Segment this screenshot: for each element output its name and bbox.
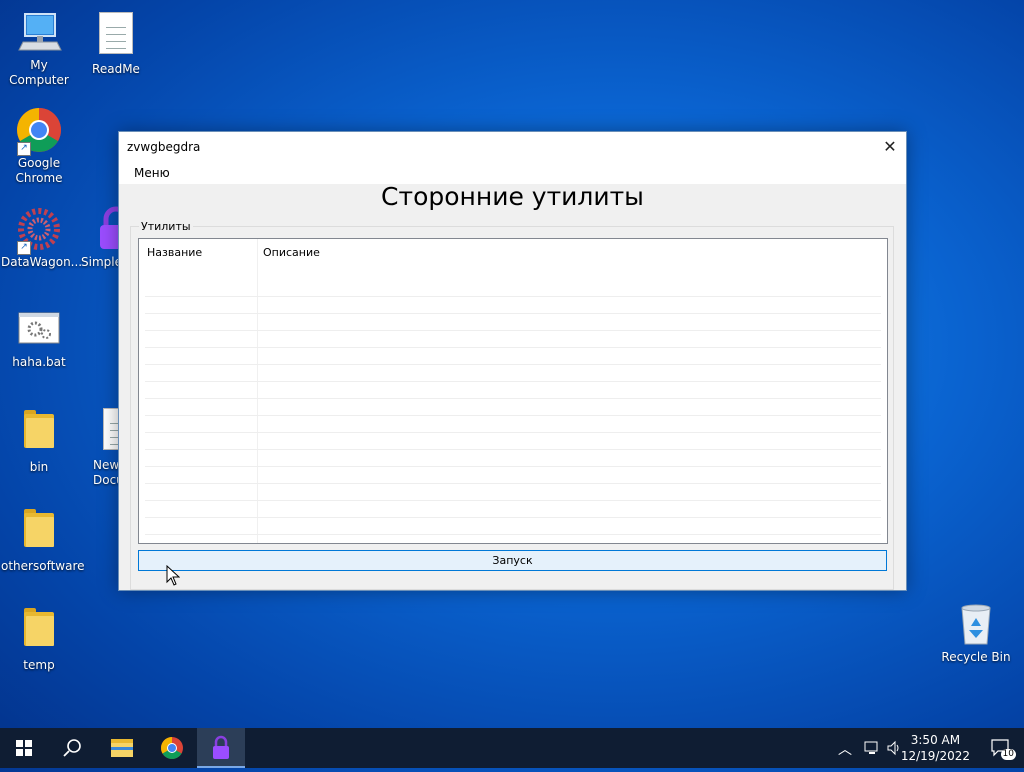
desktop-icon-simple[interactable]: Simple — [78, 205, 118, 270]
desktop-icon-label: Recycle Bin — [941, 650, 1011, 664]
window-title: zvwgbegdra — [127, 140, 201, 154]
computer-icon — [15, 8, 63, 56]
empty-rows-grid — [145, 280, 881, 542]
lock-icon — [94, 205, 118, 253]
utilities-list[interactable]: Название Описание — [138, 238, 888, 544]
desktop-icon-haha-bat[interactable]: haha.bat — [1, 305, 77, 370]
folder-icon — [24, 608, 54, 646]
desktop-icon-google-chrome[interactable]: ↗ Google Chrome — [1, 106, 77, 186]
desktop-icon-label: othersoftware — [1, 559, 85, 573]
start-icon[interactable] — [0, 728, 48, 768]
list-header: Название Описание — [139, 239, 887, 265]
recycle-bin-icon — [952, 600, 1000, 648]
desktop-icon-othersoftware[interactable]: othersoftware — [1, 503, 85, 574]
lock-app-icon[interactable] — [197, 728, 245, 768]
document-icon — [103, 408, 118, 450]
groupbox-label: Утилиты — [139, 220, 193, 233]
desktop-icon-label: haha.bat — [12, 355, 66, 369]
window-titlebar[interactable]: zvwgbegdra ✕ — [119, 132, 906, 161]
chrome-icon[interactable] — [148, 728, 196, 768]
app-window: zvwgbegdra ✕ Меню Сторонние утилиты Утил… — [118, 131, 907, 591]
desktop-icon-new-document[interactable]: New Docu — [78, 404, 118, 488]
desktop-icon-readme[interactable]: ReadMe — [78, 8, 154, 77]
document-icon — [99, 12, 133, 54]
search-icon[interactable] — [48, 728, 96, 768]
page-title: Сторонние утилиты — [381, 182, 644, 211]
desktop-icon-recycle-bin[interactable]: Recycle Bin — [940, 600, 1012, 664]
desktop-icon-label: My Computer — [9, 58, 69, 87]
notification-count-badge: 10 — [1000, 749, 1016, 760]
desktop-icon-my-computer[interactable]: My Computer — [1, 8, 77, 88]
notification-icon[interactable]: 10 — [990, 738, 1016, 760]
shortcut-arrow-icon: ↗ — [17, 142, 31, 156]
file-explorer-icon[interactable] — [98, 728, 146, 768]
network-icon[interactable] — [864, 740, 880, 759]
run-button[interactable]: Запуск — [138, 550, 887, 571]
shortcut-arrow-icon: ↗ — [17, 241, 31, 255]
desktop-icon-bin[interactable]: bin — [1, 404, 77, 475]
desktop-icon-label: bin — [29, 460, 49, 474]
desktop-icon-label: New Docu — [93, 458, 118, 487]
desktop-icon-datawagon[interactable]: ↗ DataWagon... — [1, 205, 83, 270]
desktop-icon-label: DataWagon... — [1, 255, 83, 269]
desktop-icon-label: ReadMe — [92, 62, 140, 76]
taskbar-clock[interactable]: 3:50 AM 12/19/2022 — [901, 732, 970, 764]
desktop-icon-temp[interactable]: temp — [1, 602, 77, 673]
folder-icon — [24, 410, 54, 448]
column-header-name[interactable]: Название — [147, 246, 202, 259]
mouse-cursor-icon — [166, 564, 181, 591]
utilities-groupbox: Утилиты Название Описание Запуск — [130, 220, 894, 590]
taskbar: ︿ 3:50 AM 12/19/2022 10 — [0, 728, 1024, 768]
chrome-icon: ↗ — [15, 106, 63, 156]
clock-date: 12/19/2022 — [900, 749, 970, 763]
volume-icon[interactable] — [886, 740, 902, 759]
clock-time: 3:50 AM — [910, 733, 961, 747]
datawagon-icon: ↗ — [15, 205, 63, 255]
folder-icon — [24, 509, 54, 547]
desktop-icon-label: Simple — [81, 255, 118, 269]
desktop-icon-label: temp — [23, 658, 55, 672]
chevron-up-icon[interactable]: ︿ — [838, 739, 852, 759]
close-icon[interactable]: ✕ — [874, 132, 906, 161]
desktop-icon-label: Google Chrome — [15, 156, 63, 185]
column-header-description[interactable]: Описание — [263, 246, 320, 259]
menu-item-menu[interactable]: Меню — [134, 166, 170, 180]
batch-file-icon — [15, 305, 63, 353]
